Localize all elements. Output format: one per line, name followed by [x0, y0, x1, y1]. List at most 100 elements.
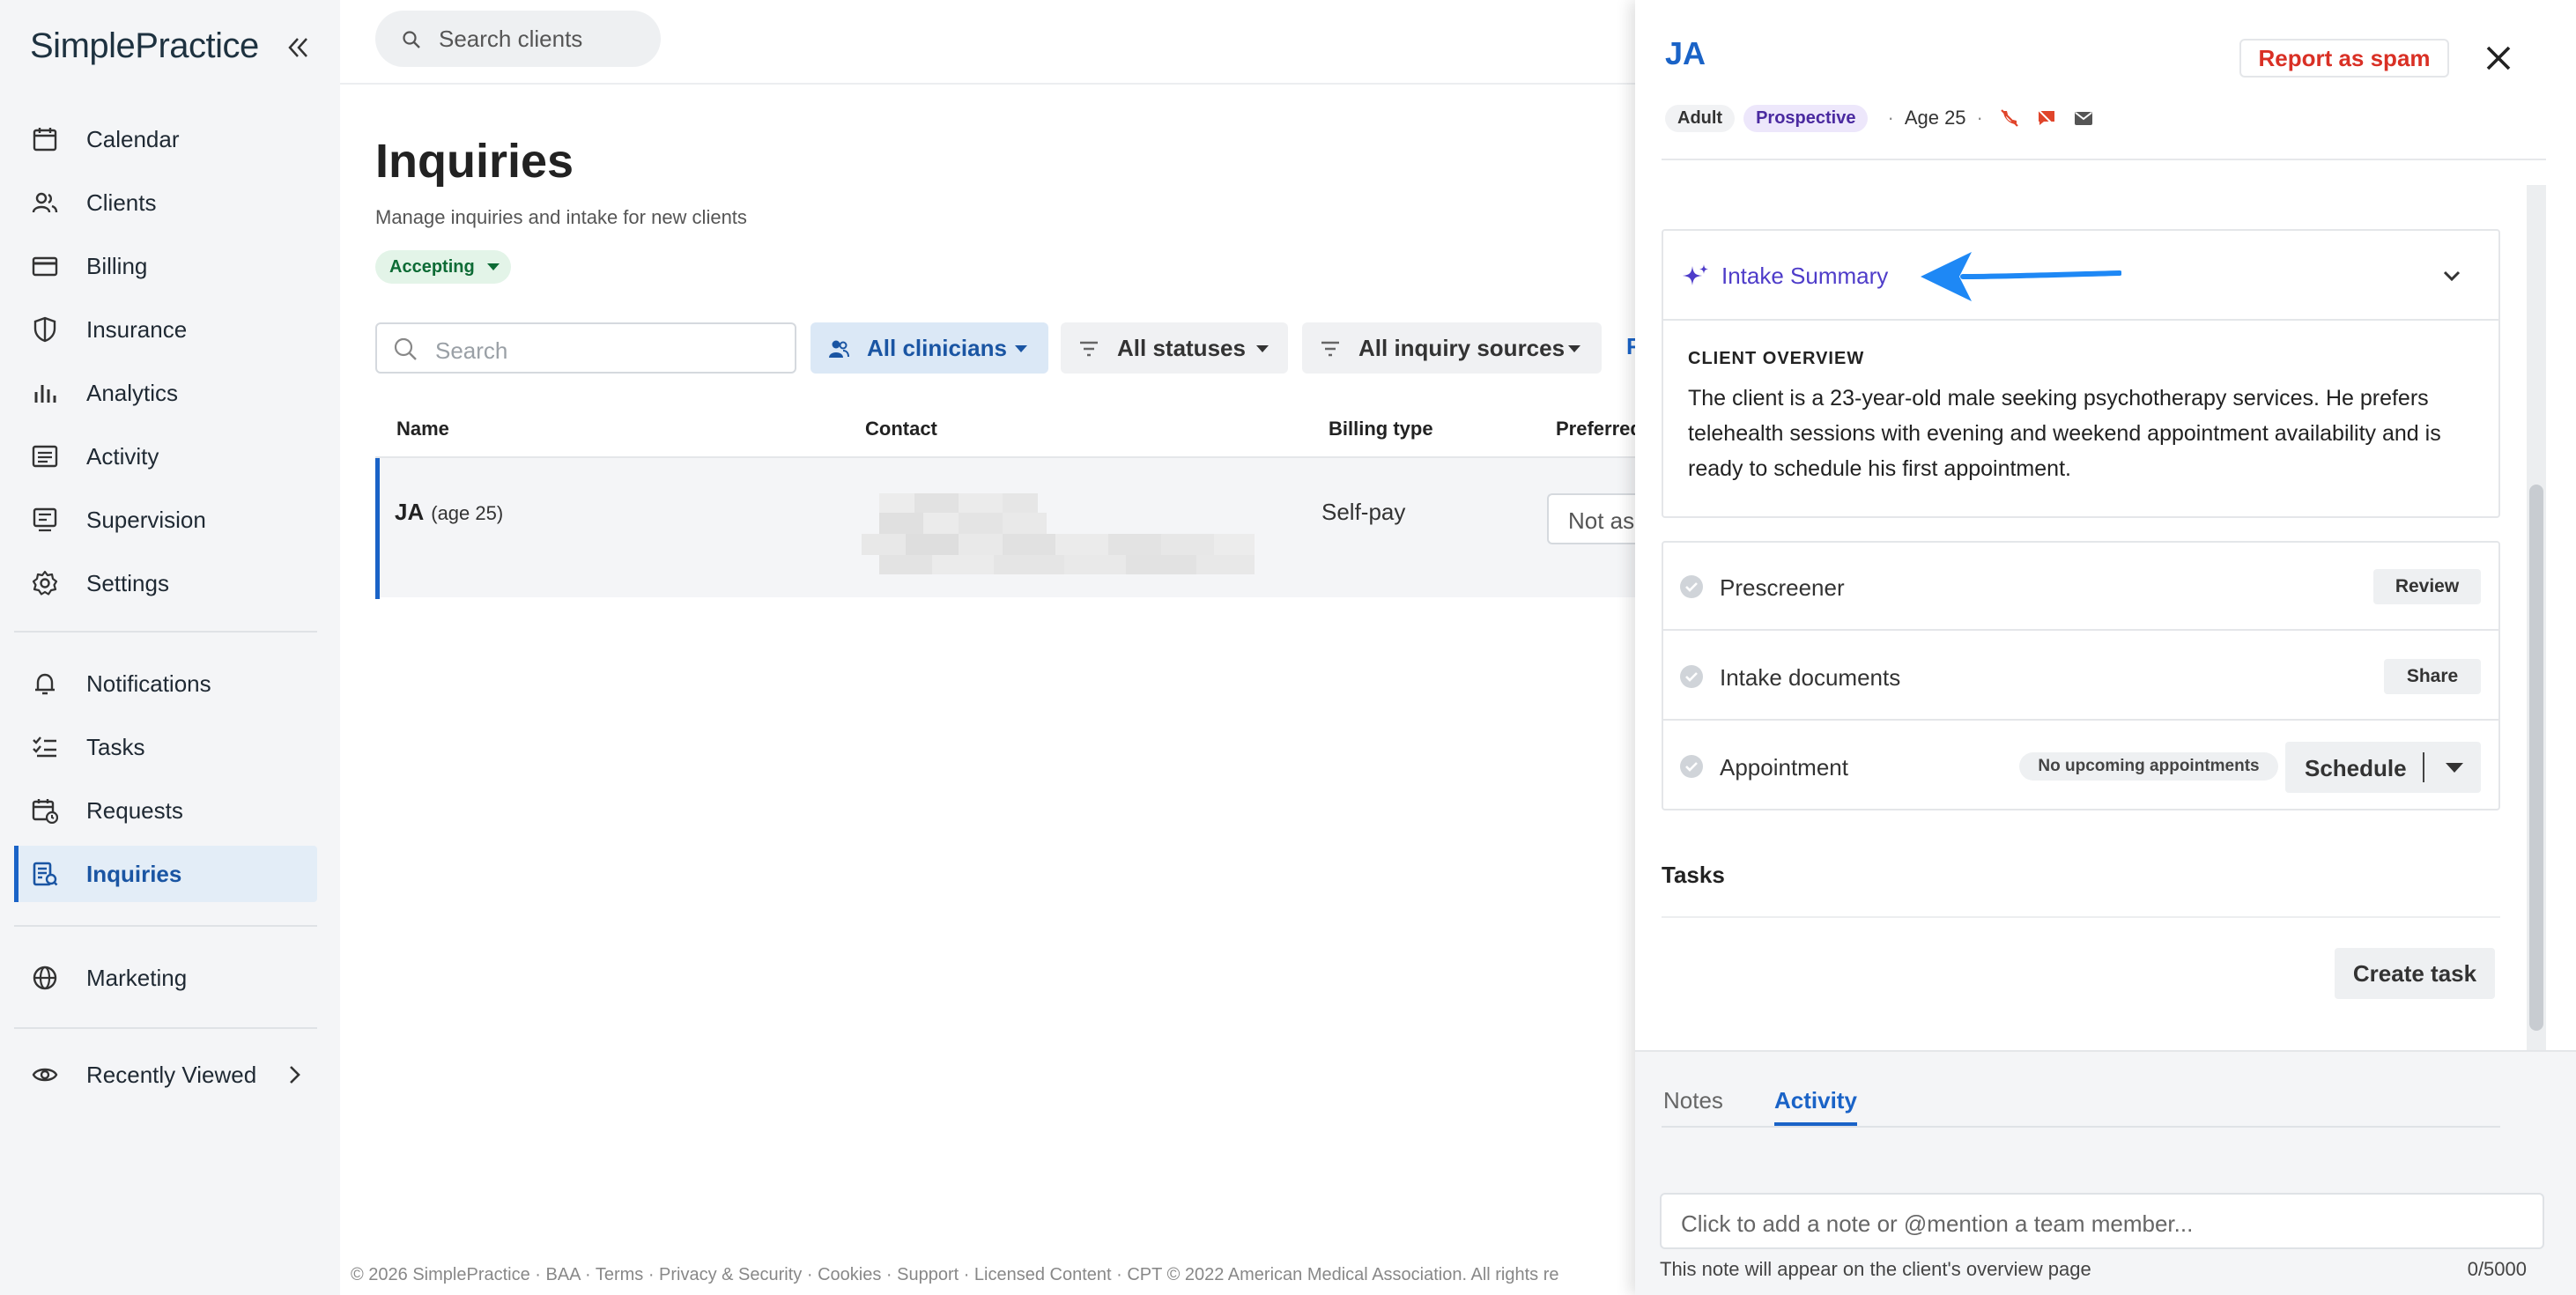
- sidebar-item-supervision[interactable]: Supervision: [14, 492, 317, 548]
- schedule-split-button[interactable]: Schedule: [2285, 742, 2481, 793]
- filter-icon: [1321, 341, 1339, 357]
- sidebar-item-marketing[interactable]: Marketing: [14, 950, 317, 1006]
- drawer-scrollbar[interactable]: [2527, 185, 2546, 1085]
- sidebar-item-clients[interactable]: Clients: [14, 174, 317, 231]
- caret-down-icon: [1256, 345, 1269, 352]
- step-prescreener: Prescreener Review: [1663, 543, 2498, 631]
- annotation-arrow: [1921, 252, 2121, 301]
- report-spam-button[interactable]: Report as spam: [2239, 39, 2449, 78]
- activity-list-icon: [32, 445, 58, 468]
- sidebar-item-label: Marketing: [86, 964, 188, 991]
- statuses-filter[interactable]: All statuses: [1061, 322, 1288, 374]
- sidebar-item-notifications[interactable]: Notifications: [14, 655, 317, 712]
- inquiry-sources-filter-label: All inquiry sources: [1358, 334, 1566, 361]
- sidebar-divider: [14, 1027, 317, 1029]
- client-age: (age 25): [431, 502, 504, 524]
- sparkle-icon: [1683, 264, 1708, 285]
- chevron-right-icon: [290, 1066, 300, 1084]
- sidebar-item-analytics[interactable]: Analytics: [14, 365, 317, 421]
- tasks-divider: [1662, 916, 2500, 918]
- schedule-button-label[interactable]: Schedule: [2305, 755, 2407, 782]
- preferred-select[interactable]: Not as: [1547, 493, 1644, 544]
- accepting-status-dropdown[interactable]: Accepting: [375, 250, 511, 284]
- clients-icon: [32, 192, 58, 213]
- appointment-status-badge: No upcoming appointments: [2019, 752, 2278, 781]
- collapse-sidebar-icon[interactable]: [280, 30, 315, 65]
- billing-type-cell: Self-pay: [1321, 499, 1406, 525]
- chevron-down-icon[interactable]: [2439, 263, 2465, 289]
- notes-activity-panel: Notes Activity Click to add a note or @m…: [1635, 1050, 2576, 1295]
- check-circle-icon: [1680, 755, 1703, 778]
- create-task-button[interactable]: Create task: [2335, 948, 2495, 999]
- sidebar-item-label: Notifications: [86, 670, 211, 697]
- caret-down-icon[interactable]: [2446, 763, 2463, 773]
- intake-summary-header[interactable]: Intake Summary: [1663, 231, 2498, 321]
- close-icon[interactable]: [2481, 41, 2516, 76]
- clinicians-filter[interactable]: All clinicians: [811, 322, 1048, 374]
- sidebar-item-settings[interactable]: Settings: [14, 555, 317, 611]
- share-button[interactable]: Share: [2384, 659, 2481, 694]
- tabs-divider: [1662, 1126, 2500, 1128]
- note-input[interactable]: Click to add a note or @mention a team m…: [1660, 1193, 2544, 1249]
- sidebar-item-inquiries[interactable]: Inquiries: [14, 846, 317, 902]
- client-name: JA: [395, 499, 425, 525]
- review-button[interactable]: Review: [2373, 569, 2481, 604]
- drawer-client-name[interactable]: JA: [1665, 35, 1706, 72]
- sidebar-item-recently-viewed[interactable]: Recently Viewed: [14, 1047, 317, 1103]
- client-age-label: Age 25: [1904, 107, 1966, 129]
- sidebar-item-label: Requests: [86, 796, 183, 824]
- table-row[interactable]: JA (age 25) Self-pay Not as: [375, 456, 1644, 599]
- supervision-icon: [33, 507, 57, 532]
- sidebar-item-label: Settings: [86, 569, 169, 596]
- sidebar-item-label: Activity: [86, 442, 159, 470]
- tab-notes[interactable]: Notes: [1663, 1087, 1723, 1114]
- clinicians-icon: [829, 340, 849, 358]
- active-tab-underline: [1774, 1122, 1857, 1126]
- scrollbar-thumb[interactable]: [2529, 485, 2543, 1031]
- note-char-count: 0/5000: [2467, 1258, 2527, 1280]
- caret-down-icon: [1568, 345, 1580, 352]
- sidebar-item-label: Calendar: [86, 125, 180, 152]
- sidebar-item-calendar[interactable]: Calendar: [14, 111, 317, 167]
- intake-summary-card: Intake Summary CLIENT OVERVIEW The clien…: [1662, 229, 2500, 518]
- column-header-billing-type: Billing type: [1329, 418, 1433, 440]
- no-sms-icon: [2038, 109, 2055, 127]
- intake-steps-card: Prescreener Review Intake documents Shar…: [1662, 541, 2500, 810]
- sidebar-divider: [14, 631, 317, 633]
- meta-separator: ·: [1976, 107, 1983, 129]
- sidebar-item-activity[interactable]: Activity: [14, 428, 317, 485]
- inquiry-search-input[interactable]: Search: [375, 322, 796, 374]
- sidebar-item-insurance[interactable]: Insurance: [14, 301, 317, 358]
- client-name-cell[interactable]: JA (age 25): [395, 499, 503, 526]
- sidebar-item-tasks[interactable]: Tasks: [14, 719, 317, 775]
- adult-tag: Adult: [1665, 104, 1736, 132]
- client-overview-title: CLIENT OVERVIEW: [1688, 349, 1865, 368]
- inquiry-sources-filter[interactable]: All inquiry sources: [1302, 322, 1602, 374]
- sidebar-item-requests[interactable]: Requests: [14, 782, 317, 839]
- sidebar-divider: [14, 925, 317, 927]
- redacted-contact-info: [853, 490, 1258, 578]
- step-label: Appointment: [1720, 754, 1848, 781]
- email-icon: [2074, 112, 2092, 125]
- tab-activity[interactable]: Activity: [1774, 1087, 1857, 1114]
- caret-down-icon: [486, 263, 500, 270]
- sidebar: SimplePractice Calendar Clients Billing …: [0, 0, 340, 1295]
- app-logo[interactable]: SimplePractice: [30, 26, 259, 66]
- sidebar-item-label: Insurance: [86, 315, 188, 343]
- sidebar-item-label: Billing: [86, 252, 148, 279]
- column-header-name[interactable]: Name: [396, 418, 449, 440]
- eye-icon: [32, 1068, 58, 1082]
- shield-icon: [33, 316, 56, 343]
- requests-calendar-icon: [32, 799, 58, 824]
- check-circle-icon: [1680, 665, 1703, 688]
- tasks-icon: [33, 736, 56, 758]
- sidebar-item-label: Tasks: [86, 733, 145, 760]
- step-appointment: Appointment No upcoming appointments Sch…: [1663, 722, 2498, 810]
- client-search[interactable]: Search clients: [375, 11, 661, 67]
- sidebar-item-label: Recently Viewed: [86, 1061, 257, 1088]
- gear-icon: [32, 570, 58, 596]
- sidebar-item-billing[interactable]: Billing: [14, 238, 317, 294]
- column-header-preferred: Preferred: [1556, 418, 1635, 440]
- client-search-placeholder: Search clients: [439, 25, 583, 52]
- split-divider: [2423, 752, 2424, 782]
